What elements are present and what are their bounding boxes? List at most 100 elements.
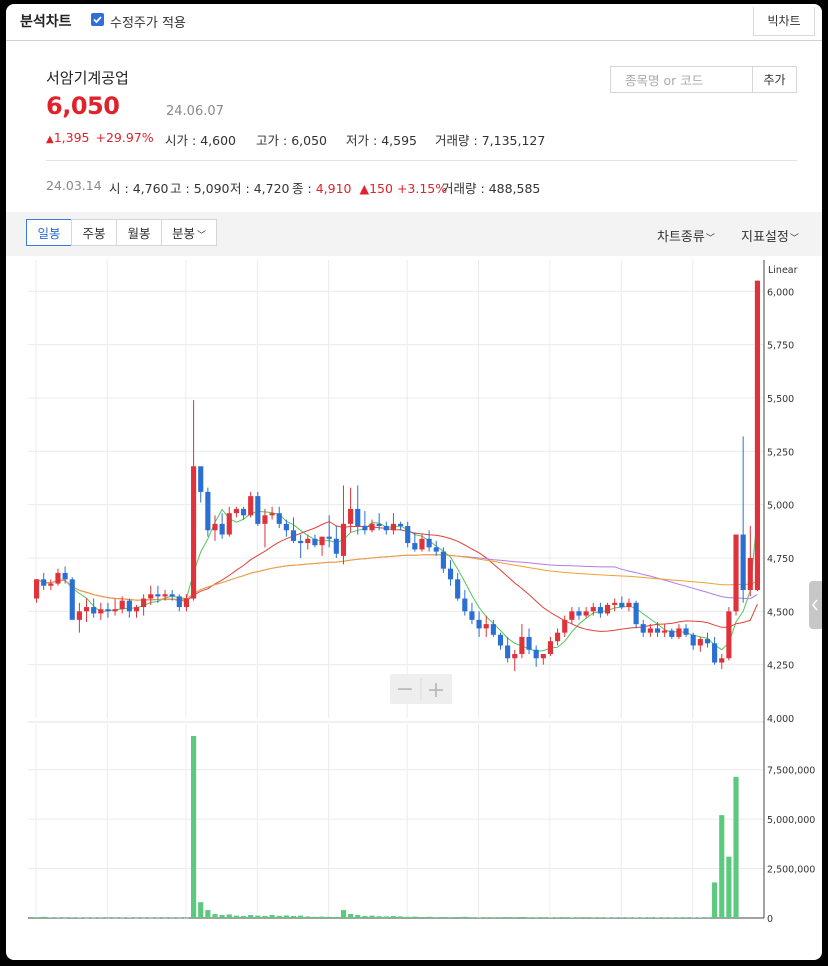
tab-daily[interactable]: 일봉 (26, 219, 72, 246)
candle-body (176, 596, 182, 608)
candle-body (76, 611, 82, 620)
current-price: 6,050 (46, 92, 120, 120)
candle (83, 598, 90, 622)
volume-bar (640, 917, 646, 918)
volume-bar (519, 917, 525, 918)
volume-value: 7,135,127 (481, 133, 546, 148)
tab-weekly[interactable]: 주봉 (71, 219, 117, 246)
ma60-line (36, 554, 758, 601)
volume-bar (155, 917, 161, 919)
volume-bar (319, 916, 325, 918)
big-chart-button[interactable]: 빅차트 (753, 7, 815, 36)
volume-bar (233, 915, 239, 918)
volume-bar (240, 916, 247, 918)
candle (55, 568, 61, 586)
chart-side-handle[interactable] (809, 581, 822, 629)
volume-bar (305, 916, 311, 918)
add-button[interactable]: 추가 (753, 66, 797, 93)
adjusted-price-checkbox[interactable] (91, 13, 104, 26)
adjusted-price-label[interactable]: 수정주가 적용 (110, 12, 186, 31)
volume-bar (105, 917, 111, 919)
candle (141, 594, 147, 616)
stock-chart[interactable]: 01.1001.2402.0702.2303.1103.2504.0804.23… (6, 256, 822, 928)
volume-bar (119, 917, 125, 919)
volume-bar (676, 917, 682, 918)
candle-body (412, 543, 418, 550)
candle-body (126, 600, 132, 612)
indicator-settings-dropdown[interactable]: 지표설정﹀ (741, 226, 799, 245)
volume-tick-label: 5,000,000 (767, 815, 815, 826)
candle (69, 577, 75, 620)
volume-bar (362, 916, 368, 918)
scale-label: Linear (768, 265, 798, 276)
candle-body (326, 536, 332, 539)
candle (583, 607, 589, 618)
change-percent: +29.97% (95, 130, 154, 145)
analysis-chart-panel: 분석차트 수정주가 적용 빅차트 서암기계공업 6,050 24.06.07 ▲… (6, 4, 822, 960)
volume-tick-label: 7,500,000 (767, 766, 815, 777)
candle (590, 602, 596, 616)
volume-bar (483, 917, 489, 918)
candle (355, 485, 361, 535)
candle-body (312, 538, 318, 546)
volume-bar (226, 914, 232, 918)
candle-body (340, 523, 347, 556)
volume-tick-label: 2,500,000 (767, 865, 815, 876)
search-input[interactable]: 종목명 or 코드 (610, 66, 753, 93)
candle-body (704, 639, 711, 644)
candle (126, 598, 132, 618)
candle (469, 602, 475, 625)
candle-body (433, 547, 439, 552)
candle-body (198, 466, 204, 492)
candle-body (662, 630, 668, 633)
candle-body (690, 634, 696, 646)
history-volume: 거래량 : 488,585 (442, 181, 541, 196)
volume-bar (405, 916, 411, 918)
candle (290, 517, 297, 544)
tab-minute[interactable]: 분봉 ﹀ (161, 219, 217, 246)
candle-body (712, 643, 718, 663)
volume-bar (533, 917, 539, 918)
volume-bar (690, 917, 696, 919)
candle-body (519, 636, 525, 654)
candle (733, 534, 739, 616)
candle (576, 607, 582, 620)
candle (476, 611, 482, 637)
zoom-control[interactable]: − + (390, 674, 452, 704)
volume-bar (383, 916, 389, 918)
candle-body (740, 534, 746, 590)
volume-stat: 거래량 : 7,135,127 (435, 133, 546, 148)
volume-bar (476, 917, 482, 918)
candle-body (654, 628, 661, 633)
zoom-in-button[interactable]: + (427, 678, 445, 703)
price-date: 24.06.07 (166, 104, 224, 119)
zoom-out-button[interactable]: − (396, 677, 414, 702)
candle-body (91, 607, 97, 614)
history-date: 24.03.14 (46, 178, 102, 193)
candle-body (383, 526, 389, 531)
candle-body (733, 534, 739, 612)
tab-monthly[interactable]: 월봉 (116, 219, 162, 246)
volume-bar (219, 915, 225, 918)
candle (219, 513, 225, 539)
candle (712, 636, 718, 665)
candle (562, 615, 568, 637)
candle (176, 594, 182, 612)
candle (233, 506, 239, 518)
candle-body (640, 624, 646, 633)
candle-body (604, 604, 611, 614)
candle-body (155, 594, 161, 597)
candle-body (719, 658, 725, 663)
volume-bar (583, 917, 589, 918)
price-tick-label: 4,000 (767, 714, 794, 725)
chart-type-dropdown[interactable]: 차트종류﹀ (657, 226, 715, 245)
candle-body (183, 598, 190, 608)
high-stat: 고가 : 6,050 (256, 133, 327, 148)
candle (676, 624, 682, 640)
volume-bar (290, 916, 297, 918)
volume-bar (76, 917, 82, 919)
candle-body (455, 579, 461, 599)
candle-body (697, 639, 703, 646)
candle-body (233, 508, 239, 514)
candle-body (633, 602, 639, 625)
